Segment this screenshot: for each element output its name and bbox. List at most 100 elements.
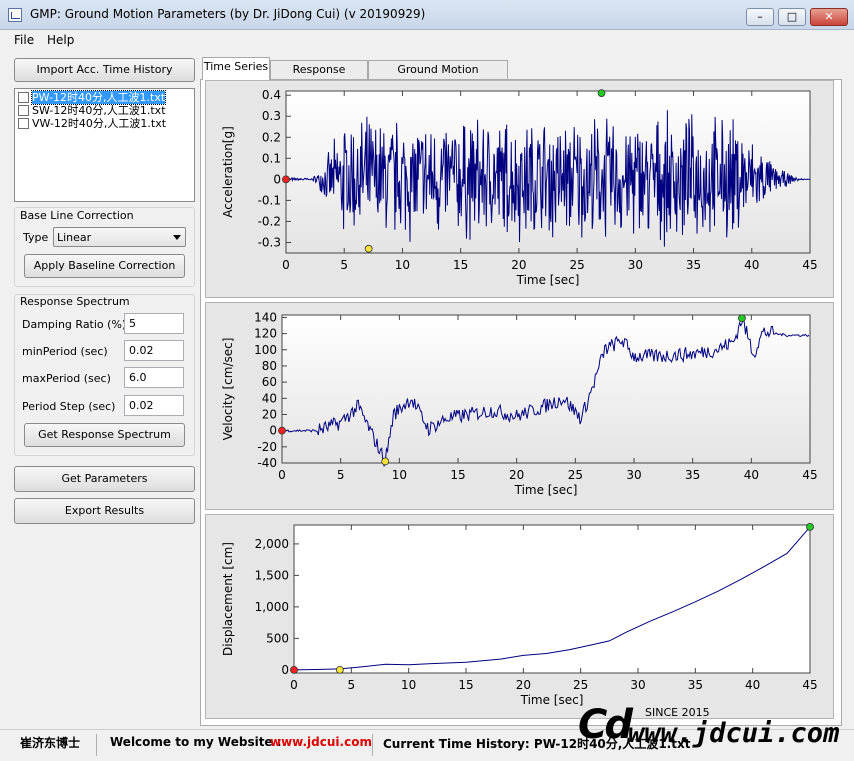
type-label: Type [23, 231, 49, 244]
menu-bar: File Help [0, 30, 854, 50]
damping-label: Damping Ratio (%) [22, 318, 127, 331]
x-tick-label: 15 [453, 258, 468, 272]
import-acc-button[interactable]: Import Acc. Time History [14, 58, 195, 82]
velocity-chart-panel: 140 120 100 80 60 40 20 0 -20 -40 0 5 10 15 20 25 30 35 40… [205, 302, 834, 510]
maximize-button[interactable]: □ [778, 8, 806, 26]
tab-ground-motion-parameters[interactable]: Ground Motion Parameters [368, 60, 508, 94]
x-tick-label: 25 [569, 258, 584, 272]
max-period-field[interactable]: 6.0 [124, 367, 184, 388]
y-tick-label: -0.2 [258, 214, 281, 228]
y-tick-label: 1,500 [255, 568, 289, 582]
status-separator [96, 734, 97, 756]
x-tick-label: 0 [278, 468, 286, 482]
x-tick-label: 35 [685, 468, 700, 482]
y-tick-label: -40 [257, 456, 277, 470]
x-tick-label: 5 [348, 678, 356, 692]
checkbox[interactable] [18, 105, 29, 116]
data-marker [806, 522, 814, 531]
y-tick-label: 0.1 [262, 151, 281, 165]
x-tick-label: 15 [450, 468, 465, 482]
export-results-button[interactable]: Export Results [14, 498, 195, 524]
x-tick-label: 40 [744, 468, 759, 482]
y-tick-label: 80 [262, 359, 277, 373]
y-tick-label: 0.3 [262, 109, 281, 123]
displacement-chart-panel: 2,000 1,500 1,000 500 0 0 5 10 15 20 25 30 35 40 45 Tim… [205, 514, 834, 719]
x-tick-label: 20 [516, 678, 531, 692]
list-item[interactable]: SW-12时40分,人工波1.txt [18, 104, 166, 117]
y-tick-label: 40 [262, 391, 277, 405]
y-tick-label: 2,000 [255, 537, 289, 551]
file-list[interactable]: PW-12时40分,人工波1.txt SW-12时40分,人工波1.txt VW… [14, 88, 195, 202]
apply-baseline-button[interactable]: Apply Baseline Correction [24, 254, 185, 278]
baseline-type-value: Linear [57, 231, 92, 244]
y-tick-label: 1,000 [255, 600, 289, 614]
file-label: PW-12时40分,人工波1.txt [30, 90, 167, 105]
data-marker [282, 175, 290, 184]
tab-response-spectra[interactable]: Response Spectra [270, 60, 368, 94]
x-tick-label: 40 [745, 678, 760, 692]
list-item[interactable]: VW-12时40分,人工波1.txt [18, 117, 166, 130]
x-tick-label: 40 [744, 258, 759, 272]
checkbox[interactable] [18, 118, 29, 129]
x-tick-label: 15 [458, 678, 473, 692]
y-tick-label: 0 [269, 424, 277, 438]
period-step-label: Period Step (sec) [22, 400, 116, 413]
x-tick-label: 0 [290, 678, 298, 692]
x-axis-label: Time [sec] [514, 483, 578, 497]
checkbox[interactable] [18, 92, 29, 103]
displacement-chart[interactable]: 2,000 1,500 1,000 500 00 5 10 15 20 25 30 35 40 45 Tim… [206, 515, 835, 720]
watermark-url: www.jdcui.com [628, 718, 840, 749]
app-icon [8, 8, 22, 22]
x-tick-label: 30 [630, 678, 645, 692]
x-tick-label: 25 [568, 468, 583, 482]
status-website-link[interactable]: www.jdcui.com [270, 735, 372, 749]
y-axis-label: Velocity [cm/sec] [221, 338, 235, 441]
tab-time-series[interactable]: Time Series [202, 57, 270, 80]
y-tick-label: 60 [262, 375, 277, 389]
y-tick-label: -0.3 [258, 235, 281, 249]
x-tick-label: 35 [686, 258, 701, 272]
list-item[interactable]: PW-12时40分,人工波1.txt [18, 90, 167, 105]
baseline-title: Base Line Correction [20, 209, 134, 222]
file-label: SW-12时40分,人工波1.txt [32, 104, 166, 117]
x-tick-label: 10 [395, 258, 410, 272]
x-tick-label: 5 [340, 258, 348, 272]
baseline-type-select[interactable]: Linear [53, 227, 186, 247]
status-author: 崔济东博士 [20, 736, 81, 750]
y-axis-label: Acceleration[g] [221, 126, 235, 218]
x-tick-label: 45 [802, 468, 817, 482]
acceleration-chart[interactable]: 0.40.30.20.10-0.1-0.2-0.30 5 10 15 20 25 30 35 4… [206, 81, 835, 299]
minimize-button[interactable]: – [746, 8, 774, 26]
x-tick-label: 10 [401, 678, 416, 692]
damping-field[interactable]: 5 [124, 313, 184, 334]
window-title: GMP: Ground Motion Parameters (by Dr. Ji… [30, 7, 426, 21]
watermark-logo-mark: Cd [578, 702, 633, 748]
min-period-field[interactable]: 0.02 [124, 340, 184, 361]
data-marker [290, 665, 298, 674]
menu-file[interactable]: File [14, 33, 34, 47]
y-tick-label: 500 [266, 631, 289, 645]
x-tick-label: 20 [509, 468, 524, 482]
velocity-chart[interactable]: 140120100806040200-20-400 5 10 15 20 25 30 35 40… [206, 303, 835, 511]
spectrum-title: Response Spectrum [20, 295, 130, 308]
close-button[interactable]: ✕ [810, 8, 848, 26]
y-tick-label: -20 [257, 440, 277, 454]
min-period-label: minPeriod (sec) [22, 345, 108, 358]
data-marker [278, 426, 286, 435]
file-label: VW-12时40分,人工波1.txt [32, 117, 167, 130]
y-tick-label: -0.1 [258, 193, 281, 207]
x-tick-label: 30 [626, 468, 641, 482]
get-response-spectrum-button[interactable]: Get Response Spectrum [24, 423, 185, 447]
y-tick-label: 140 [254, 310, 277, 324]
max-period-label: maxPeriod (sec) [22, 372, 111, 385]
plot-area [293, 524, 811, 674]
y-tick-label: 20 [262, 407, 277, 421]
y-tick-label: 100 [254, 343, 277, 357]
status-welcome: Welcome to my Website : [110, 735, 282, 749]
menu-help[interactable]: Help [47, 33, 74, 47]
x-tick-label: 5 [337, 468, 345, 482]
y-tick-label: 0.2 [262, 130, 281, 144]
get-parameters-button[interactable]: Get Parameters [14, 466, 195, 492]
x-tick-label: 0 [282, 258, 290, 272]
period-step-field[interactable]: 0.02 [124, 395, 184, 416]
